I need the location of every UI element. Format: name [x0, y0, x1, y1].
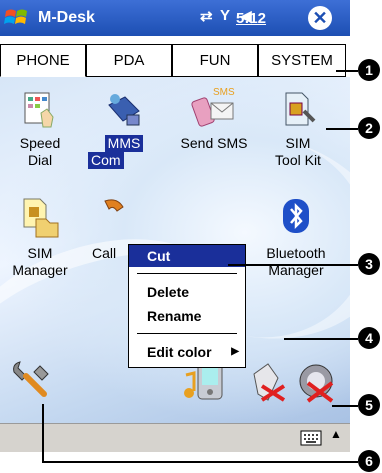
callout-line — [42, 404, 44, 462]
icon-label: SIM — [285, 135, 311, 151]
tab-system[interactable]: SYSTEM — [258, 44, 346, 77]
callout-line — [228, 264, 358, 266]
tab-phone[interactable]: PHONE — [0, 44, 86, 77]
icon-label: Com — [88, 152, 124, 169]
menu-divider — [137, 273, 237, 274]
callout-line — [332, 405, 358, 407]
callout-6: 6 — [358, 450, 380, 472]
icon-label: Send SMS — [180, 135, 248, 151]
title-bar: M-Desk ⇄ Y ◀ 5:12 ✕ — [0, 0, 350, 36]
signal-off-icon[interactable]: Y — [220, 7, 230, 24]
windows-start-icon[interactable] — [4, 5, 32, 31]
menu-divider — [137, 333, 237, 334]
sim-manager-shortcut[interactable]: SIM Manager — [0, 197, 80, 279]
signal-off-tray-icon[interactable] — [248, 360, 288, 404]
bluetooth-manager-shortcut[interactable]: Bluetooth Manager — [256, 197, 336, 279]
callout-line — [326, 128, 358, 130]
callout-3: 3 — [358, 253, 380, 275]
bluetooth-icon — [283, 199, 309, 233]
call-shortcut[interactable]: Call — [92, 197, 132, 262]
tab-fun[interactable]: FUN — [172, 44, 258, 77]
mms-composer-shortcut[interactable]: MMS Com — [84, 91, 164, 169]
bluetooth-off-tray-icon[interactable] — [294, 361, 338, 405]
callout-1: 1 — [358, 59, 380, 81]
keyboard-icon[interactable] — [300, 430, 322, 446]
icon-label: Bluetooth — [266, 245, 326, 261]
speed-dial-shortcut[interactable]: Speed Dial — [0, 91, 80, 169]
menu-item-delete[interactable]: Delete — [129, 281, 245, 303]
mms-composer-icon — [108, 94, 140, 126]
icon-label: Dial — [27, 152, 53, 168]
send-sms-shortcut[interactable]: SMS Send SMS — [174, 85, 254, 152]
callout-line — [284, 338, 358, 340]
tab-pda[interactable]: PDA — [86, 44, 172, 77]
icon-label: Speed — [19, 135, 61, 151]
callout-2: 2 — [358, 117, 380, 139]
desktop-area[interactable]: Speed Dial MMS Com SMS Send SMS SIM Tool… — [0, 77, 350, 423]
icon-label: Manager — [12, 262, 68, 278]
menu-item-label: Edit color — [147, 344, 212, 360]
bottom-taskbar: ▲ — [0, 423, 350, 452]
sim-toolkit-shortcut[interactable]: SIM Tool Kit — [258, 91, 338, 169]
tab-bar: PHONE PDA FUN SYSTEM — [0, 44, 350, 77]
callout-line — [42, 461, 358, 463]
speed-dial-icon — [24, 92, 54, 128]
icon-label: Call — [92, 245, 117, 261]
context-menu: Cut Delete Rename Edit color ▶ — [128, 244, 246, 368]
sim-toolkit-icon — [285, 92, 316, 126]
icon-label: SIM — [27, 245, 53, 261]
clock[interactable]: 5:12 — [236, 10, 266, 27]
submenu-arrow-icon: ▶ — [231, 346, 239, 357]
icon-label: MMS — [104, 135, 144, 152]
icon-label: Tool Kit — [275, 152, 321, 168]
menu-item-edit-color[interactable]: Edit color ▶ — [129, 341, 245, 363]
callout-5: 5 — [358, 394, 380, 416]
app-title: M-Desk — [38, 9, 95, 26]
music-note-icon[interactable] — [178, 371, 198, 401]
svg-text:SMS: SMS — [213, 87, 235, 98]
menu-item-rename[interactable]: Rename — [129, 305, 245, 327]
connectivity-icon[interactable]: ⇄ — [200, 7, 213, 25]
callout-line — [336, 70, 358, 72]
send-sms-icon: SMS — [191, 87, 235, 127]
input-menu-arrow-icon[interactable]: ▲ — [330, 427, 342, 441]
close-button[interactable]: ✕ — [308, 6, 332, 30]
callout-4: 4 — [358, 327, 380, 349]
settings-wrench-icon[interactable] — [12, 360, 52, 400]
call-icon — [104, 199, 124, 212]
sim-manager-icon — [23, 198, 59, 238]
